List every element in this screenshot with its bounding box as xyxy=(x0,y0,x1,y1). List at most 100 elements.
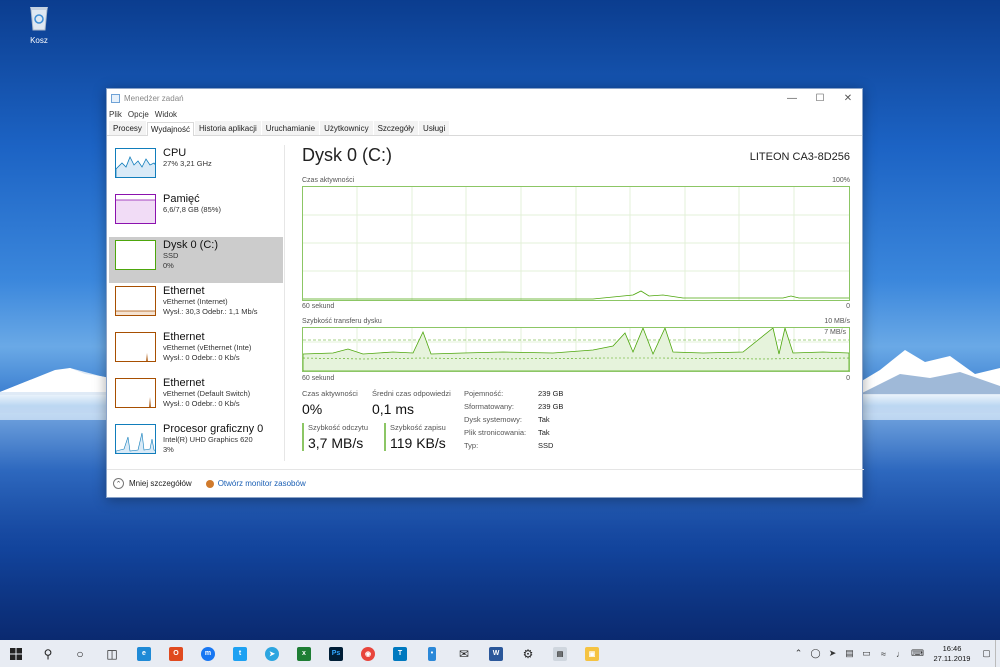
sidebar-item-detail-2: Wysł.: 30,3 Odebr.: 1,1 Mb/s xyxy=(163,307,258,316)
property-row: Dysk systemowy: Tak xyxy=(464,415,563,428)
spreadsheet-app-icon[interactable]: x xyxy=(288,640,320,667)
keyboard-icon[interactable]: ⌨ xyxy=(909,648,926,659)
sidebar-item-detail: 6,6/7,8 GB (85%) xyxy=(163,205,221,214)
sidebar-item-title: Ethernet xyxy=(163,377,205,389)
search-icon[interactable]: ⚲ xyxy=(32,640,64,667)
stat-value: 119 KB/s xyxy=(390,435,446,451)
window-title: Menedżer zadań xyxy=(124,93,184,103)
tab-processes[interactable]: Procesy xyxy=(109,121,146,135)
resource-monitor-icon xyxy=(205,479,214,488)
stat-response-time: Średni czas odpowiedzi 0,1 ms xyxy=(372,389,451,417)
telegram-icon[interactable]: ➤ xyxy=(256,640,288,667)
clock[interactable]: 16:46 27.11.2019 xyxy=(926,644,978,664)
gpu-thumbnail-graph xyxy=(115,424,156,454)
network-share-icon[interactable]: ◯ xyxy=(807,648,824,659)
battery-icon[interactable]: ▭ xyxy=(858,648,875,659)
graph2-timespan: 60 sekund xyxy=(302,375,335,382)
sidebar-item-detail: SSD xyxy=(163,251,179,260)
stat-active-time: Czas aktywności 0% xyxy=(302,389,358,417)
sidebar-item-detail: vEthernet (Default Switch) xyxy=(163,389,251,398)
stat-label: Szybkość odczytu xyxy=(308,423,369,432)
display-icon[interactable]: ▤ xyxy=(841,648,858,659)
close-button[interactable]: ✕ xyxy=(834,93,862,104)
maximize-button[interactable]: ☐ xyxy=(806,93,834,104)
tab-details[interactable]: Szczegóły xyxy=(373,121,419,135)
word-icon[interactable]: W xyxy=(480,640,512,667)
sidebar-item-cpu[interactable]: CPU 27% 3,21 GHz xyxy=(109,145,283,191)
office-icon[interactable]: O xyxy=(160,640,192,667)
wifi-icon[interactable]: ≈ xyxy=(875,649,892,659)
file-explorer-icon[interactable]: ▣ xyxy=(576,640,608,667)
graph2-max: 10 MB/s xyxy=(824,318,850,325)
tab-services[interactable]: Usługi xyxy=(419,121,450,135)
ethernet-thumbnail-graph xyxy=(115,286,156,316)
graph1-label: Czas aktywności xyxy=(302,177,355,184)
disk-properties: Pojemność: 239 GB Sformatowany: 239 GB Dys… xyxy=(464,389,563,454)
sidebar-item-ethernet-default-switch[interactable]: Ethernet vEthernet (Default Switch) Wysł… xyxy=(109,375,283,421)
sidebar-item-ethernet-inte[interactable]: Ethernet vEthernet (vEthernet (Inte) Wys… xyxy=(109,329,283,375)
system-tray: ⌃ ◯ ➤ ▤ ▭ ≈ ♩ ⌨ 16:46 27.11.2019 ▢ xyxy=(790,640,1000,667)
page-title: Dysk 0 (C:) xyxy=(302,145,392,165)
ethernet-thumbnail-graph xyxy=(115,378,156,408)
start-button[interactable] xyxy=(0,640,32,667)
chevron-up-icon[interactable]: ⌃ xyxy=(790,648,807,659)
menu-options[interactable]: Opcje xyxy=(128,110,149,119)
stat-label: Czas aktywności xyxy=(302,389,358,398)
sidebar-item-disk[interactable]: Dysk 0 (C:) SSD 0% xyxy=(109,237,283,283)
transfer-rate-graph: 7 MB/s xyxy=(302,327,850,372)
tab-startup[interactable]: Uruchamianie xyxy=(261,121,320,135)
sidebar-item-gpu[interactable]: Procesor graficzny 0 Intel(R) UHD Graphi… xyxy=(109,421,283,467)
chevron-up-icon[interactable]: ⌃ xyxy=(113,478,124,489)
property-row: Sformatowany: 239 GB xyxy=(464,402,563,415)
memory-thumbnail-graph xyxy=(115,194,156,224)
sidebar-item-title: CPU xyxy=(163,147,187,159)
task-view-icon[interactable]: ◫ xyxy=(96,640,128,667)
onenote-icon[interactable]: ▤ xyxy=(544,640,576,667)
property-key: Plik stronicowania: xyxy=(464,428,527,437)
tab-performance[interactable]: Wydajność xyxy=(146,122,194,136)
mail-icon[interactable]: ✉ xyxy=(448,640,480,667)
sidebar-item-detail: vEthernet (Internet) xyxy=(163,297,228,306)
chrome-icon[interactable]: ◉ xyxy=(352,640,384,667)
sidebar-item-detail-2: Wysł.: 0 Odebr.: 0 Kb/s xyxy=(163,353,240,362)
property-key: Sformatowany: xyxy=(464,402,515,411)
sidebar-item-detail: 27% 3,21 GHz xyxy=(163,159,212,168)
stat-write-speed: Szybkość zapisu 119 KB/s xyxy=(384,423,446,451)
show-desktop-button[interactable] xyxy=(995,640,1000,667)
stat-label: Średni czas odpowiedzi xyxy=(372,389,451,398)
menu-file[interactable]: Plik xyxy=(109,110,122,119)
edge-icon[interactable]: e xyxy=(128,640,160,667)
volume-icon[interactable]: ♩ xyxy=(892,649,909,659)
phone-app-icon[interactable]: • xyxy=(416,640,448,667)
fewer-details-button[interactable]: Mniej szczegółów xyxy=(129,479,192,488)
cortana-icon[interactable]: ○ xyxy=(64,640,96,667)
menu-view[interactable]: Widok xyxy=(155,110,177,119)
active-time-graph xyxy=(302,186,850,301)
property-value: Tak xyxy=(538,415,550,424)
notification-center-icon[interactable]: ▢ xyxy=(978,648,995,659)
sidebar-item-title: Procesor graficzny 0 xyxy=(163,423,264,435)
stat-value: 0,1 ms xyxy=(372,401,415,417)
minimize-button[interactable]: — xyxy=(778,93,806,104)
telegram-tray-icon[interactable]: ➤ xyxy=(824,648,841,659)
graph2-label: Szybkość transferu dysku xyxy=(302,318,382,325)
recycle-bin[interactable]: Kosz xyxy=(22,5,56,45)
sidebar-item-title: Ethernet xyxy=(163,285,205,297)
graph2-inner-scale: 7 MB/s xyxy=(824,329,846,336)
tab-app-history[interactable]: Historia aplikacji xyxy=(194,121,261,135)
tab-users[interactable]: Użytkownicy xyxy=(320,121,373,135)
settings-gear-icon[interactable]: ⚙ xyxy=(512,640,544,667)
active-time-graph-svg xyxy=(303,187,849,300)
photoshop-icon[interactable]: Ps xyxy=(320,640,352,667)
property-value: 239 GB xyxy=(538,402,564,411)
sidebar-item-memory[interactable]: Pamięć 6,6/7,8 GB (85%) xyxy=(109,191,283,237)
messenger-icon[interactable]: m xyxy=(192,640,224,667)
graph1-max: 100% xyxy=(832,177,850,184)
sidebar-item-title: Pamięć xyxy=(163,193,200,205)
trello-icon[interactable]: T xyxy=(384,640,416,667)
open-resource-monitor-link[interactable]: Otwórz monitor zasobów xyxy=(218,479,306,488)
sidebar-item-title: Ethernet xyxy=(163,331,205,343)
sidebar-item-ethernet-internet[interactable]: Ethernet vEthernet (Internet) Wysł.: 30,… xyxy=(109,283,283,329)
twitter-icon[interactable]: t xyxy=(224,640,256,667)
title-bar: Menedżer zadań — ☐ ✕ xyxy=(107,89,862,107)
